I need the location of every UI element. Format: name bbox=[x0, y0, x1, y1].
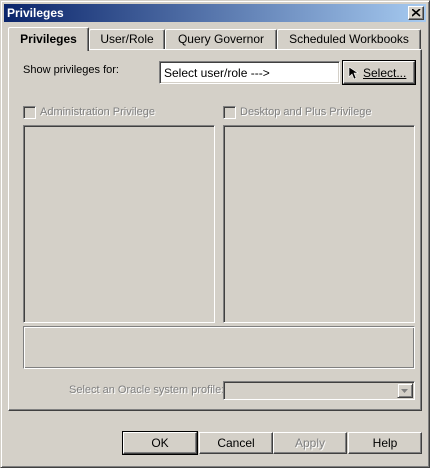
user-role-field[interactable]: Select user/role ---> bbox=[159, 61, 340, 84]
desktop-privilege-list[interactable] bbox=[223, 125, 415, 323]
tab-privileges[interactable]: Privileges bbox=[8, 27, 89, 51]
desktop-privilege-checkbox[interactable] bbox=[223, 106, 236, 119]
tab-user-role[interactable]: User/Role bbox=[89, 29, 165, 49]
select-button-label: Select... bbox=[363, 66, 407, 80]
cursor-arrow-icon bbox=[348, 66, 359, 80]
apply-button-label: Apply bbox=[294, 436, 326, 450]
cancel-button[interactable]: Cancel bbox=[199, 432, 273, 454]
description-panel bbox=[23, 326, 415, 369]
admin-privilege-label: Administration Privilege bbox=[40, 106, 155, 118]
title-bar[interactable]: Privileges bbox=[4, 4, 426, 22]
show-privileges-label: Show privileges for: bbox=[23, 64, 119, 76]
help-button[interactable]: Help bbox=[348, 432, 422, 454]
profile-dropdown-arrow[interactable] bbox=[397, 383, 413, 398]
privileges-dialog: Privileges Privileges User/Role Query Go… bbox=[0, 0, 430, 468]
admin-privilege-checkbox[interactable] bbox=[23, 106, 36, 119]
close-button[interactable] bbox=[408, 6, 424, 20]
ok-button[interactable]: OK bbox=[122, 431, 198, 455]
admin-privilege-list[interactable] bbox=[23, 125, 215, 323]
cancel-button-label: Cancel bbox=[217, 436, 255, 450]
close-icon bbox=[412, 9, 421, 17]
profile-label: Select an Oracle system profile: bbox=[69, 384, 225, 396]
privileges-tab-panel: Show privileges for: Select user/role --… bbox=[8, 49, 422, 411]
window-title: Privileges bbox=[7, 6, 64, 20]
tab-scheduled-workbooks[interactable]: Scheduled Workbooks bbox=[277, 29, 421, 49]
help-button-label: Help bbox=[372, 436, 398, 450]
tab-query-governor[interactable]: Query Governor bbox=[165, 29, 277, 49]
select-user-button[interactable]: Select... bbox=[342, 60, 416, 85]
chevron-down-icon bbox=[401, 389, 408, 393]
ok-button-label: OK bbox=[151, 436, 169, 450]
desktop-privilege-label: Desktop and Plus Privilege bbox=[240, 106, 372, 118]
apply-button[interactable]: Apply bbox=[273, 432, 347, 454]
profile-dropdown[interactable] bbox=[223, 381, 415, 400]
user-role-value: Select user/role ---> bbox=[164, 66, 270, 80]
